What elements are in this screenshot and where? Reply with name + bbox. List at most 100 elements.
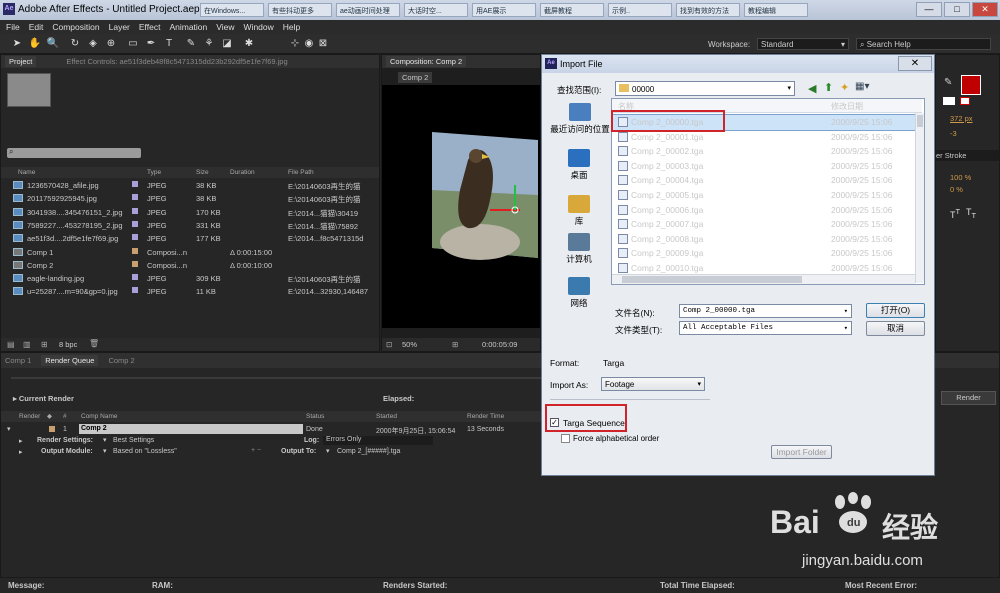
force-alpha-label[interactable]: Force alphabetical order bbox=[573, 434, 659, 443]
scrollbar-thumb[interactable] bbox=[917, 115, 923, 127]
row-comp-name[interactable]: Comp 2 bbox=[79, 424, 303, 434]
project-item-row[interactable]: 1236570428_afile.jpg JPEG 38 KB E:\20140603… bbox=[1, 179, 379, 192]
comp-sub-tab[interactable]: Comp 2 bbox=[398, 72, 433, 83]
menu-item-layer[interactable]: Layer bbox=[109, 22, 130, 32]
puppet-tool-icon[interactable]: ✱ bbox=[242, 37, 256, 51]
project-item-row[interactable]: Comp 1 Composi...n Δ 0:00:15:00 bbox=[1, 246, 379, 259]
add-output-icon[interactable]: + − bbox=[251, 447, 261, 454]
label-color-swatch[interactable] bbox=[132, 207, 138, 214]
bit-depth-label[interactable]: 8 bpc bbox=[59, 340, 77, 349]
scrollbar-thumb[interactable] bbox=[622, 276, 802, 283]
current-time-display[interactable]: 0:00:05:09 bbox=[482, 340, 517, 349]
tab-comp-1[interactable]: Comp 1 bbox=[5, 356, 31, 365]
view-menu-icon[interactable]: ▦▾ bbox=[855, 81, 869, 92]
force-alpha-checkbox[interactable] bbox=[561, 434, 570, 443]
zoom-tool-icon[interactable]: 🔍 bbox=[46, 37, 60, 51]
column-name[interactable]: Name bbox=[18, 169, 35, 176]
search-help-input[interactable]: ⌕ Search Help bbox=[856, 38, 991, 50]
file-row[interactable]: Comp 2_00005.tga 2000/9/25 15:06 bbox=[612, 188, 922, 203]
file-row[interactable]: Comp 2_00008.tga 2000/9/25 15:06 bbox=[612, 232, 922, 247]
browser-tab[interactable]: 大话时空... bbox=[404, 3, 468, 17]
tab-render-queue[interactable]: Render Queue bbox=[41, 355, 99, 366]
file-row[interactable]: Comp 2_00002.tga 2000/9/25 15:06 bbox=[612, 144, 922, 159]
menu-item-effect[interactable]: Effect bbox=[139, 22, 161, 32]
browser-tab[interactable]: 在Windows... bbox=[200, 3, 264, 17]
stroke-mode-select[interactable]: er Stroke bbox=[936, 150, 999, 161]
column-number[interactable]: # bbox=[63, 413, 67, 420]
label-color-swatch[interactable] bbox=[132, 220, 138, 227]
menu-item-window[interactable]: Window bbox=[244, 22, 274, 32]
eyedropper-icon[interactable]: ✎ bbox=[944, 77, 952, 88]
axis-mode-icon[interactable]: ⊹ bbox=[288, 37, 302, 51]
default-colors-icon[interactable] bbox=[943, 97, 955, 105]
menu-item-file[interactable]: File bbox=[6, 22, 20, 32]
column-file-path[interactable]: File Path bbox=[288, 169, 314, 176]
superscript-icon[interactable]: TT bbox=[950, 207, 960, 220]
brush-tool-icon[interactable]: ✎ bbox=[184, 37, 198, 51]
label-color-swatch[interactable] bbox=[132, 260, 138, 267]
render-queue-row[interactable]: ▾ 1 Comp 2 Done 2000年9月25日, 15:06:54 13 … bbox=[1, 424, 541, 435]
look-in-select[interactable]: 00000 ▾ bbox=[615, 81, 795, 96]
chevron-down-icon[interactable]: ▾ bbox=[103, 447, 107, 455]
clone-stamp-tool-icon[interactable]: ⚘ bbox=[202, 37, 216, 51]
pen-tool-icon[interactable]: ✒ bbox=[144, 37, 158, 51]
project-search-input[interactable]: ⌕ bbox=[7, 147, 141, 158]
interpret-footage-icon[interactable]: ▤ bbox=[7, 340, 15, 349]
nav-item[interactable]: 最近访问的位置 bbox=[549, 103, 611, 135]
new-folder-icon[interactable]: ✦ bbox=[840, 81, 849, 94]
chevron-down-icon[interactable]: ▾ bbox=[103, 436, 107, 444]
file-row[interactable]: Comp 2_00003.tga 2000/9/25 15:06 bbox=[612, 159, 922, 174]
browser-tab[interactable]: 截屏教程 bbox=[540, 3, 604, 17]
expand-chevron-icon[interactable]: ▸ bbox=[19, 448, 23, 456]
browser-tab[interactable]: 找到有效的方法 bbox=[676, 3, 740, 17]
label-color-swatch[interactable] bbox=[132, 194, 138, 201]
browser-tab[interactable]: 教程编辑 bbox=[744, 3, 808, 17]
nav-item[interactable]: 计算机 bbox=[555, 233, 603, 265]
file-list-vscrollbar[interactable] bbox=[915, 113, 924, 283]
file-row[interactable]: Comp 2_00009.tga 2000/9/25 15:06 bbox=[612, 246, 922, 261]
open-button[interactable]: 打开(O) bbox=[866, 303, 925, 318]
log-select[interactable]: Errors Only bbox=[323, 436, 433, 445]
menu-item-composition[interactable]: Composition bbox=[52, 22, 99, 32]
rectangle-tool-icon[interactable]: ▭ bbox=[126, 37, 140, 51]
label-color-swatch[interactable] bbox=[132, 274, 138, 281]
label-color-swatch[interactable] bbox=[132, 181, 138, 187]
expand-chevron-icon[interactable]: ▾ bbox=[7, 425, 11, 433]
maximize-button[interactable]: □ bbox=[944, 2, 970, 17]
subscript-icon[interactable]: TT bbox=[966, 207, 976, 220]
project-item-row[interactable]: Comp 2 Composi...n Δ 0:00:10:00 bbox=[1, 259, 379, 272]
output-module-value[interactable]: Based on "Lossless" bbox=[113, 448, 177, 455]
file-row[interactable]: Comp 2_00007.tga 2000/9/25 15:06 bbox=[612, 217, 922, 232]
browser-tab[interactable]: 用AE展示 bbox=[472, 3, 536, 17]
tracking-value[interactable]: 372 px bbox=[950, 114, 973, 123]
menu-item-help[interactable]: Help bbox=[283, 22, 300, 32]
new-comp-icon[interactable]: ⊞ bbox=[41, 340, 48, 349]
column-size[interactable]: Size bbox=[196, 169, 209, 176]
up-folder-icon[interactable]: ⬆ bbox=[824, 81, 833, 94]
render-settings-value[interactable]: Best Settings bbox=[113, 437, 154, 444]
eraser-tool-icon[interactable]: ◪ bbox=[220, 37, 234, 51]
expand-chevron-icon[interactable]: ▸ bbox=[19, 437, 23, 445]
tsume-value[interactable]: 0 % bbox=[950, 185, 963, 194]
text-tool-icon[interactable]: T bbox=[162, 37, 176, 51]
nav-item[interactable]: 网络 bbox=[555, 277, 603, 309]
tab-composition[interactable]: Composition: Comp 2 bbox=[386, 56, 467, 67]
import-folder-button[interactable]: Import Folder bbox=[771, 445, 832, 459]
browser-tab[interactable]: 有些抖动更多 bbox=[268, 3, 332, 17]
project-item-row[interactable]: u=25287....m=90&gp=0.jpg JPEG 11 KB E:\2014… bbox=[1, 285, 379, 298]
file-row[interactable]: Comp 2_00006.tga 2000/9/25 15:06 bbox=[612, 203, 922, 218]
browser-tab[interactable]: 示例.. bbox=[608, 3, 672, 17]
trash-icon[interactable]: 🗑 bbox=[89, 339, 99, 348]
selection-tool-icon[interactable]: ➤ bbox=[10, 37, 24, 51]
render-button[interactable]: Render bbox=[941, 391, 996, 405]
filetype-select[interactable]: All Acceptable Files ▾ bbox=[679, 321, 852, 335]
output-to-value[interactable]: Comp 2_[#####].tga bbox=[337, 448, 400, 455]
file-list-hscrollbar[interactable] bbox=[612, 274, 915, 284]
label-color-swatch[interactable] bbox=[132, 234, 138, 241]
column-render-time[interactable]: Render Time bbox=[467, 413, 504, 420]
always-preview-icon[interactable]: ⊡ bbox=[386, 340, 392, 349]
chevron-down-icon[interactable]: ▾ bbox=[326, 447, 330, 455]
browser-tab[interactable]: ae动画时间处理 bbox=[336, 3, 400, 17]
label-color-swatch[interactable] bbox=[132, 287, 138, 294]
column-render[interactable]: Render bbox=[19, 413, 40, 420]
